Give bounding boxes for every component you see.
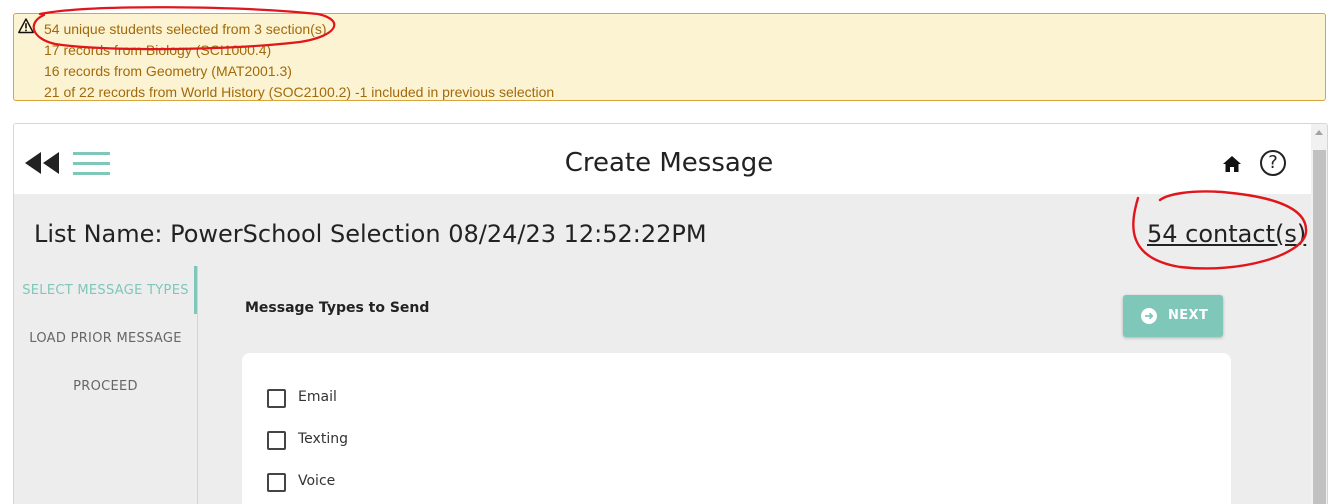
- alert-line-summary: 54 unique students selected from 3 secti…: [44, 21, 331, 37]
- help-icon[interactable]: ?: [1260, 150, 1286, 176]
- page-header: Create Message ?: [14, 124, 1311, 194]
- step-select-message-types[interactable]: SELECT MESSAGE TYPES: [14, 283, 197, 298]
- email-label: Email: [298, 389, 337, 405]
- next-button[interactable]: NEXT: [1123, 295, 1223, 337]
- message-types-card: Email Texting Voice: [242, 353, 1231, 504]
- step-proceed[interactable]: PROCEED: [14, 379, 197, 394]
- vertical-scrollbar[interactable]: [1311, 124, 1327, 504]
- message-types-heading: Message Types to Send: [245, 300, 430, 316]
- alert-line-section: 17 records from Biology (SCI1000.4): [44, 42, 272, 58]
- scroll-up-arrow-icon[interactable]: [1315, 130, 1323, 135]
- alert-line-section: 21 of 22 records from World History (SOC…: [44, 84, 555, 100]
- voice-label: Voice: [298, 473, 336, 489]
- page-title: Create Message: [564, 148, 774, 178]
- create-message-panel: Create Message ? List Name: PowerSchool …: [13, 123, 1328, 504]
- alert-line-section: 16 records from Geometry (MAT2001.3): [44, 63, 292, 79]
- voice-checkbox[interactable]: [267, 473, 286, 492]
- contacts-count-link[interactable]: 54 contact(s): [1147, 220, 1306, 248]
- list-name-heading: List Name: PowerSchool Selection 08/24/2…: [34, 220, 707, 248]
- step-navigation: SELECT MESSAGE TYPES LOAD PRIOR MESSAGE …: [14, 266, 198, 504]
- warning-icon: [18, 18, 34, 34]
- texting-label: Texting: [298, 431, 348, 447]
- arrow-right-circle-icon: [1141, 308, 1157, 324]
- next-button-label: NEXT: [1168, 308, 1209, 323]
- email-checkbox[interactable]: [267, 389, 286, 408]
- step-load-prior-message[interactable]: LOAD PRIOR MESSAGE: [14, 331, 197, 346]
- selection-warning-banner: 54 unique students selected from 3 secti…: [13, 13, 1326, 101]
- message-body-area: List Name: PowerSchool Selection 08/24/2…: [14, 194, 1311, 504]
- home-icon[interactable]: [1222, 154, 1242, 174]
- texting-checkbox[interactable]: [267, 431, 286, 450]
- scrollbar-thumb[interactable]: [1313, 150, 1326, 504]
